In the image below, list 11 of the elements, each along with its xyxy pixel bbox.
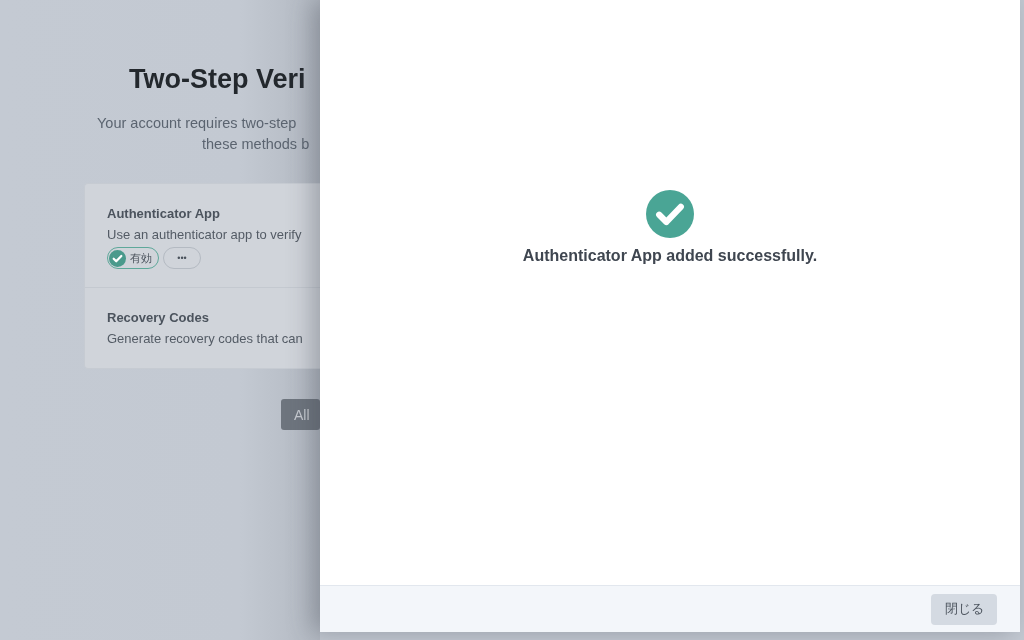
method-description: Generate recovery codes that can xyxy=(107,331,304,346)
method-description: Use an authenticator app to verify xyxy=(107,227,303,242)
success-message: Authenticator App added successfully. xyxy=(522,247,818,265)
page-subtitle: these methods b xyxy=(201,135,311,154)
page-subtitle: Your account requires two-step xyxy=(96,114,298,133)
page-title: Two-Step Veri xyxy=(129,64,307,95)
success-check-icon xyxy=(646,190,694,238)
method-name: Authenticator App xyxy=(107,206,221,221)
close-button[interactable]: 閉じる xyxy=(931,593,997,625)
check-icon xyxy=(109,249,126,267)
method-name: Recovery Codes xyxy=(107,310,210,325)
